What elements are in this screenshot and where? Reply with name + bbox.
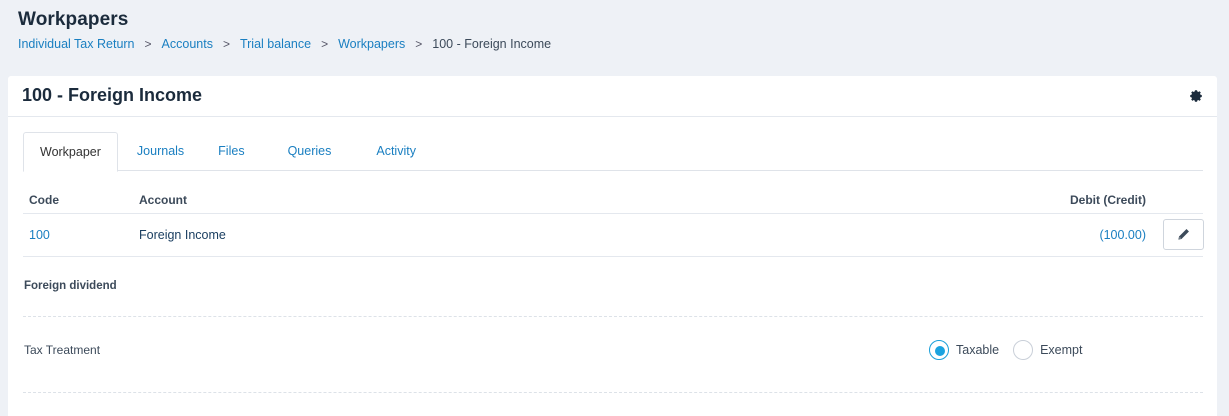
breadcrumb: Individual Tax Return > Accounts > Trial… [18, 37, 551, 51]
row-amount: (100.00) [1099, 228, 1146, 242]
row-code-link[interactable]: 100 [29, 228, 50, 242]
tab-activity[interactable]: Activity [360, 132, 432, 171]
breadcrumb-individual-tax-return[interactable]: Individual Tax Return [18, 37, 135, 51]
tab-journals[interactable]: Journals [118, 132, 199, 171]
column-header-amount: Debit (Credit) [1070, 193, 1146, 207]
column-header-code: Code [29, 193, 59, 207]
divider [23, 316, 1203, 317]
row-account-name: Foreign Income [139, 228, 226, 242]
divider [23, 392, 1203, 393]
workpaper-card: 100 - Foreign Income Workpaper Journals … [8, 76, 1217, 416]
breadcrumb-accounts[interactable]: Accounts [162, 37, 213, 51]
radio-exempt[interactable]: Exempt [1013, 340, 1082, 360]
tab-files[interactable]: Files [199, 132, 272, 171]
section-title-foreign-dividend: Foreign dividend [24, 280, 117, 292]
card-header: 100 - Foreign Income [8, 76, 1217, 117]
tab-bar: Workpaper Journals Files Queries Activit… [23, 132, 1203, 172]
breadcrumb-workpapers[interactable]: Workpapers [338, 37, 405, 51]
table-header: Code Account Debit (Credit) [23, 184, 1203, 214]
breadcrumb-separator: > [321, 37, 329, 51]
column-header-account: Account [139, 193, 187, 207]
card-title: 100 - Foreign Income [22, 85, 203, 105]
radio-exempt-circle[interactable] [1013, 340, 1034, 360]
breadcrumb-separator: > [222, 37, 230, 51]
gear-icon[interactable] [1189, 89, 1203, 103]
tab-queries[interactable]: Queries [273, 132, 361, 171]
page-header: Workpapers Individual Tax Return > Accou… [18, 9, 551, 51]
edit-button[interactable] [1163, 219, 1204, 250]
radio-taxable-label: Taxable [956, 343, 1000, 357]
tab-workpaper[interactable]: Workpaper [23, 132, 118, 172]
breadcrumb-separator: > [415, 37, 423, 51]
breadcrumb-current: 100 - Foreign Income [432, 37, 552, 51]
breadcrumb-trial-balance[interactable]: Trial balance [240, 37, 311, 51]
radio-exempt-label: Exempt [1040, 343, 1083, 357]
tax-treatment-label: Tax Treatment [24, 343, 101, 357]
breadcrumb-separator: > [144, 37, 152, 51]
table-row: 100 Foreign Income (100.00) [23, 214, 1204, 257]
radio-taxable-circle[interactable] [929, 340, 949, 360]
radio-taxable[interactable]: Taxable [929, 340, 999, 360]
pencil-icon [1178, 229, 1189, 240]
accounts-table: Code Account Debit (Credit) 100 Foreign … [23, 184, 1204, 257]
tax-treatment-radio-group: Taxable Exempt [929, 340, 1096, 360]
page-title: Workpapers [18, 9, 129, 30]
